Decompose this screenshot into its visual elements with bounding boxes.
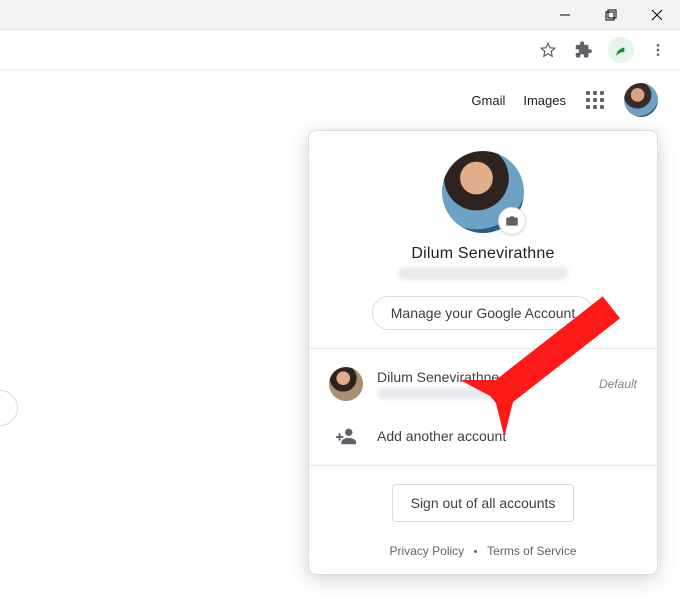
extensions-button[interactable] [572,38,596,62]
leaf-icon [613,42,629,58]
avatar-wrap [442,151,524,233]
avatar [329,367,363,401]
gmail-link[interactable]: Gmail [471,93,505,108]
manage-account-button[interactable]: Manage your Google Account [372,296,594,330]
bookmark-button[interactable] [536,38,560,62]
minimize-button[interactable] [542,0,588,30]
account-row-name: Dilum Senevirathne [377,369,585,385]
puzzle-icon [575,41,593,59]
separator-dot [474,550,477,553]
minimize-icon [559,9,571,21]
star-icon [539,41,557,59]
account-popup-header: Dilum Senevirathne Manage your Google Ac… [309,131,657,349]
account-avatar-button[interactable] [624,83,658,117]
page-header: Gmail Images [0,70,680,130]
change-photo-button[interactable] [498,207,526,235]
maximize-button[interactable] [588,0,634,30]
edge-nav-hint [0,390,18,426]
account-list: Dilum Senevirathne Default Add another a… [309,349,657,466]
maximize-icon [605,9,617,21]
add-account-label: Add another account [377,428,637,444]
close-icon [651,9,663,21]
privacy-link[interactable]: Privacy Policy [389,544,464,558]
add-account-button[interactable]: Add another account [309,413,657,459]
account-popup-footer: Privacy Policy Terms of Service [389,544,576,558]
account-name: Dilum Senevirathne [411,245,554,263]
account-row-email-blurred [377,388,517,399]
account-popup-bottom: Sign out of all accounts Privacy Policy … [309,466,657,558]
kebab-icon [650,42,666,58]
browser-toolbar [0,30,680,70]
close-button[interactable] [634,0,680,30]
images-link[interactable]: Images [523,93,566,108]
account-email-blurred [398,267,568,280]
browser-profile-button[interactable] [608,37,634,63]
account-row[interactable]: Dilum Senevirathne Default [309,355,657,413]
account-popup: Dilum Senevirathne Manage your Google Ac… [308,130,658,575]
browser-menu-button[interactable] [646,38,670,62]
person-add-icon [329,425,363,447]
account-row-text: Dilum Senevirathne [377,369,585,399]
apps-button[interactable] [584,89,606,111]
default-badge: Default [599,377,637,391]
window-titlebar [0,0,680,30]
camera-icon [505,214,519,228]
terms-link[interactable]: Terms of Service [487,544,576,558]
signout-all-button[interactable]: Sign out of all accounts [392,484,575,522]
